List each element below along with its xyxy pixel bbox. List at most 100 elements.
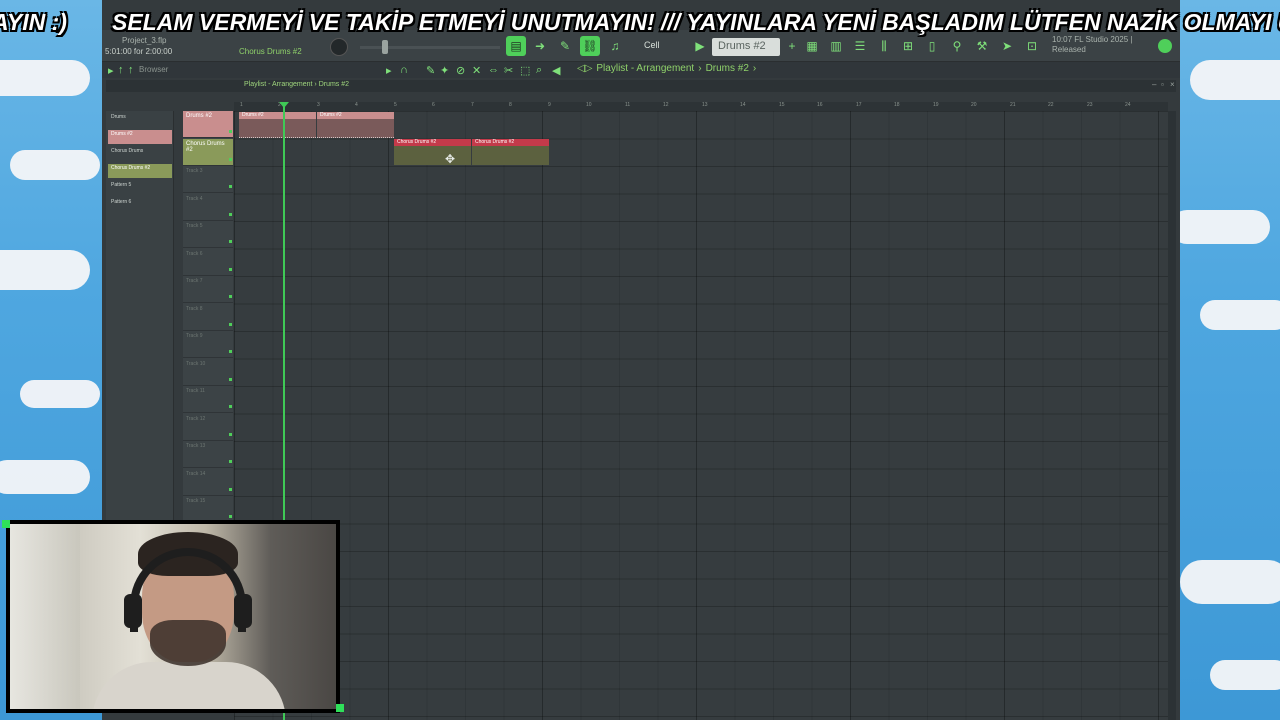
pattern-item[interactable]: Pattern 5 (108, 181, 172, 195)
maximize-icon[interactable]: ▫ (1161, 80, 1164, 89)
bar-tick: 4 (355, 102, 358, 108)
playlist-title-bar: Playlist - Arrangement › Drums #2 – ▫ × (106, 80, 1176, 92)
master-pitch-slider[interactable] (360, 46, 500, 49)
track-header[interactable]: Track 12 (183, 414, 233, 441)
snap-label[interactable]: Cell (644, 40, 660, 50)
track-header[interactable]: Track 7 (183, 276, 233, 303)
pattern-clip[interactable]: Drums #2 (239, 112, 316, 138)
pattern-item[interactable]: Pattern 6 (108, 198, 172, 212)
breadcrumb-arrows-icon[interactable]: ◁▷ (577, 63, 592, 74)
bar-tick: 12 (663, 102, 669, 108)
bar-tick: 16 (817, 102, 823, 108)
bar-tick: 10 (586, 102, 592, 108)
minimize-icon[interactable]: – (1152, 80, 1156, 89)
track-header[interactable]: Track 10 (183, 359, 233, 386)
browser-label[interactable]: Browser (139, 65, 168, 74)
bar-tick: 22 (1048, 102, 1054, 108)
pencil-icon[interactable]: ✎ (426, 64, 435, 77)
paint-icon[interactable]: ✦ (440, 64, 449, 77)
arrow-up-small-icon[interactable]: ↑ (128, 64, 134, 76)
zoom-icon[interactable]: ⌕ (536, 64, 542, 77)
pattern-clip[interactable]: Chorus Drums #2 (394, 139, 471, 165)
track-header[interactable]: Track 8 (183, 304, 233, 331)
plus-icon: + (788, 39, 796, 53)
marquee-message: SELAM VERMEYİ VE TAKİP ETMEYİ UNUTMAYIN!… (112, 9, 1280, 35)
piano-roll-icon: ▥ (830, 39, 842, 53)
current-pattern-label: Chorus Drums #2 (239, 47, 302, 56)
master-volume-knob[interactable] (330, 38, 348, 56)
playlist-grid[interactable]: Drums #2 Drums #2 Chorus Drums #2 Chorus… (234, 111, 1168, 720)
pattern-item[interactable]: Drums (108, 113, 172, 127)
timeline-ruler[interactable]: 1 2 3 4 5 6 7 8 9 10 11 12 13 14 15 16 1… (234, 102, 1168, 111)
brush-icon: ⚒ (976, 39, 988, 53)
bar-tick: 19 (933, 102, 939, 108)
track-header[interactable]: Drums #2 (183, 111, 233, 138)
play-icon[interactable]: ▸ (386, 64, 392, 77)
pattern-item[interactable]: Drums #2 (108, 130, 172, 144)
track-header[interactable]: Track 15 (183, 496, 233, 523)
track-header[interactable]: Track 11 (183, 386, 233, 413)
bar-tick: 3 (317, 102, 320, 108)
slice-icon[interactable]: ✂ (504, 64, 513, 77)
slip-icon[interactable]: ⇔ (488, 64, 499, 76)
stream-marquee: AYIN :) SELAM VERMEYİ VE TAKİP ETMEYİ UN… (0, 4, 1280, 40)
delete-icon[interactable]: ⊘ (456, 64, 465, 77)
bar-tick: 11 (625, 102, 631, 108)
bar-tick: 18 (894, 102, 900, 108)
playhead-marker[interactable] (279, 102, 289, 108)
track-header[interactable]: Track 3 (183, 166, 233, 193)
track-label: Chorus Drums #2 (186, 140, 225, 153)
bar-tick: 23 (1087, 102, 1093, 108)
arrow-up-icon[interactable]: ↑ (118, 64, 124, 76)
bar-tick: 8 (509, 102, 512, 108)
arrow-right-icon[interactable]: ▸ (108, 64, 114, 77)
pattern-item[interactable]: Chorus Drums #2 (108, 164, 172, 178)
track-header[interactable]: Chorus Drums #2 (183, 138, 233, 166)
track-label: Track 8 (186, 305, 203, 312)
link-icon: ⛓ (582, 39, 598, 53)
pattern-item[interactable]: Chorus Drums (108, 147, 172, 161)
cpu-meter-icon[interactable] (1158, 39, 1172, 53)
bar-tick: 15 (779, 102, 785, 108)
vertical-scrollbar[interactable] (1168, 111, 1176, 720)
magnet-icon[interactable]: ∩ (400, 64, 408, 76)
track-header[interactable]: Track 9 (183, 331, 233, 358)
track-header[interactable]: Track 14 (183, 469, 233, 496)
pattern-picker-panel: Drums Drums #2 Chorus Drums Chorus Drums… (106, 111, 174, 520)
playlist-icon: ▦ (806, 39, 818, 53)
plug-icon: ⚲ (952, 39, 962, 53)
track-header[interactable]: Track 4 (183, 194, 233, 221)
breadcrumb-pattern[interactable]: Drums #2 (706, 63, 749, 74)
track-header[interactable]: Track 6 (183, 249, 233, 276)
pattern-label: Chorus Drums #2 (111, 165, 151, 171)
pattern-clip[interactable]: Drums #2 (317, 112, 394, 138)
playback-icon[interactable]: ◀ (552, 64, 560, 77)
track-header[interactable]: Track 5 (183, 221, 233, 248)
breadcrumb-playlist[interactable]: Playlist - Arrangement (596, 63, 694, 74)
pattern-selector[interactable]: Drums #2 (712, 38, 780, 56)
track-label: Track 11 (186, 388, 205, 394)
frame-corner (2, 520, 10, 528)
close-icon[interactable]: × (1170, 80, 1175, 89)
channel-rack-icon: ☰ (854, 39, 866, 53)
track-label: Track 5 (186, 223, 203, 229)
track-header[interactable]: Track 13 (183, 441, 233, 468)
mixer-icon: ⫼ (881, 38, 887, 53)
pencil-icon: ✎ (559, 39, 571, 53)
pattern-label: Chorus Drums (111, 148, 144, 154)
select-icon[interactable]: ⬚ (520, 64, 530, 77)
bar-tick: 5 (394, 102, 397, 108)
bar-tick: 1 (240, 102, 243, 108)
pattern-clip[interactable]: Chorus Drums #2 (472, 139, 549, 165)
pattern-label: Drums (111, 114, 126, 120)
mute-icon[interactable]: ✕ (472, 64, 481, 77)
slider-thumb[interactable] (382, 40, 388, 54)
send-icon: ➤ (1001, 39, 1013, 53)
track-label: Track 4 (186, 195, 203, 202)
track-headers: Drums #2 Chorus Drums #2 Track 3 Track 4… (183, 111, 233, 523)
track-label: Track 7 (186, 278, 203, 284)
track-label: Track 9 (186, 333, 203, 339)
clip-label: Chorus Drums #2 (394, 139, 471, 146)
clip-label: Chorus Drums #2 (472, 139, 549, 146)
track-label: Track 15 (186, 498, 206, 504)
